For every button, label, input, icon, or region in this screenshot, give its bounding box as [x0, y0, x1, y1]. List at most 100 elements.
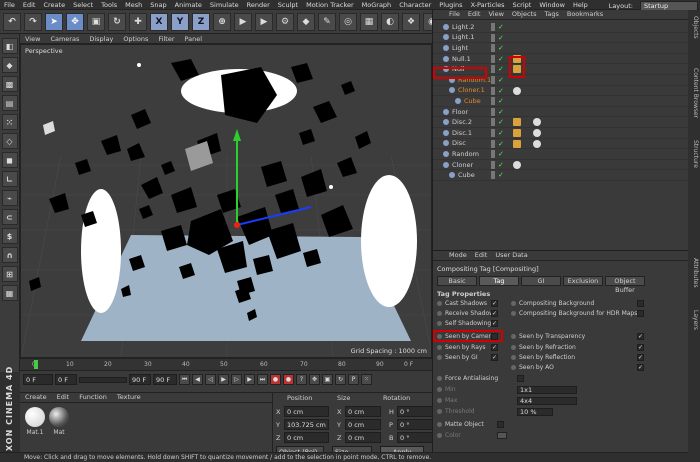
autokey-icon[interactable]: ●	[283, 374, 294, 385]
property-checkbox[interactable]: ✓	[637, 364, 644, 371]
animation-dot-icon[interactable]	[437, 311, 442, 316]
scale-key-icon[interactable]: ▣	[322, 374, 333, 385]
animation-dot-icon[interactable]	[437, 345, 442, 350]
animation-dot-icon[interactable]	[437, 301, 442, 306]
position-x-field[interactable]: 0 cm	[284, 406, 329, 417]
side-tab-content-browser[interactable]: Content Browser	[692, 68, 699, 118]
object-name[interactable]: Floor	[452, 108, 468, 116]
viewport-menu-view[interactable]: View	[20, 35, 45, 43]
property-checkbox[interactable]	[637, 300, 644, 307]
object-row[interactable]: Random ✓	[433, 149, 689, 160]
parameter-key-icon[interactable]: P	[348, 374, 359, 385]
menu-select[interactable]: Select	[69, 1, 97, 9]
size-x-field[interactable]: 0 cm	[345, 406, 381, 417]
object-name[interactable]: Disc.1	[452, 129, 472, 137]
compositing-tag-icon[interactable]	[513, 129, 521, 137]
menu-render[interactable]: Render	[243, 1, 274, 9]
menu-window[interactable]: Window	[535, 1, 569, 9]
scene-icon[interactable]: ❖	[402, 12, 420, 31]
animation-dot-icon[interactable]	[437, 334, 442, 339]
object-name[interactable]: Cube	[464, 97, 481, 105]
viewport-menu-options[interactable]: Options	[118, 35, 153, 43]
visibility-dots-icon[interactable]	[491, 97, 495, 106]
object-name[interactable]: Null.1	[452, 55, 471, 63]
object-name[interactable]: Cloner.1	[458, 86, 485, 94]
object-name[interactable]: Light.2	[452, 23, 474, 31]
make-editable-icon[interactable]: ◧	[1, 38, 18, 54]
object-name[interactable]: Light.1	[452, 33, 474, 41]
menu-simulate[interactable]: Simulate	[206, 1, 243, 9]
viewport-menu-cameras[interactable]: Cameras	[45, 35, 84, 43]
object-name[interactable]: Random	[452, 150, 479, 158]
go-to-start-icon[interactable]: ⏮	[179, 374, 190, 385]
compositing-tag-icon[interactable]	[513, 54, 521, 63]
keyframe-selection-icon[interactable]: ?	[296, 374, 307, 385]
object-name[interactable]: Random.1	[458, 76, 491, 84]
menu-help[interactable]: Help	[569, 1, 592, 9]
start-frame-field[interactable]: 0 F	[23, 374, 53, 385]
property-checkbox[interactable]: ✓	[491, 310, 498, 317]
menu-file[interactable]: File	[0, 1, 19, 9]
animation-dot-icon[interactable]	[511, 311, 516, 316]
size-z-field[interactable]: 0 cm	[345, 432, 381, 443]
rotation-b-field[interactable]: 0 °	[397, 432, 433, 443]
enable-check-icon[interactable]: ✓	[498, 171, 506, 179]
compositing-tag-icon[interactable]	[513, 65, 521, 74]
object-name[interactable]: Null	[452, 65, 465, 73]
object-row[interactable]: Null.1 ✓	[433, 54, 689, 65]
tab-tag[interactable]: Tag	[479, 276, 519, 286]
menu-create[interactable]: Create	[39, 1, 69, 9]
object-name[interactable]: Disc	[452, 139, 466, 147]
render-picture-viewer-icon[interactable]: ▶	[255, 12, 273, 31]
object-row[interactable]: Floor ✓	[433, 107, 689, 118]
cube-primitive-icon[interactable]: ◆	[297, 12, 315, 31]
material-tag-icon[interactable]	[533, 118, 541, 127]
side-tab-layers[interactable]: Layers	[692, 310, 699, 330]
nurbs-icon[interactable]: ◎	[339, 12, 357, 31]
play-icon[interactable]: ▶	[218, 374, 229, 385]
go-to-end-icon[interactable]: ⏭	[257, 374, 268, 385]
max-frame-field[interactable]: 90 F	[129, 374, 151, 385]
objects-menu-view[interactable]: View	[484, 10, 507, 19]
position-z-field[interactable]: 0 cm	[284, 432, 329, 443]
scale-icon[interactable]: ▣	[87, 12, 105, 31]
compositing-tag-icon[interactable]	[513, 118, 521, 127]
visibility-dots-icon[interactable]	[491, 65, 495, 74]
enable-check-icon[interactable]: ✓	[498, 23, 506, 31]
undo-icon[interactable]: ↶	[3, 12, 21, 31]
enable-check-icon[interactable]: ✓	[498, 150, 506, 158]
move-gizmo-center[interactable]	[234, 222, 240, 228]
model-mode-icon[interactable]: ◆	[1, 57, 18, 73]
material-menu-function[interactable]: Function	[74, 393, 112, 402]
enable-check-icon[interactable]: ✓	[498, 108, 506, 116]
property-checkbox[interactable]	[637, 310, 644, 317]
menu-animate[interactable]: Animate	[171, 1, 206, 9]
tab-exclusion[interactable]: Exclusion	[563, 276, 603, 286]
attr-menu-user-data[interactable]: User Data	[491, 251, 531, 260]
previous-frame-icon[interactable]: ◁	[205, 374, 216, 385]
object-row[interactable]: Cloner ✓	[433, 160, 689, 171]
playhead[interactable]	[34, 360, 38, 369]
animation-dot-icon[interactable]	[437, 376, 442, 381]
property-checkbox[interactable]: ✓	[491, 300, 498, 307]
timeline-ruler[interactable]: 0 10 20 30 40 50 60 70 80 90 0 F	[20, 358, 432, 370]
frame-range-slider[interactable]	[79, 376, 127, 383]
material-tag-icon[interactable]	[533, 129, 541, 137]
next-key-icon[interactable]: ▶	[244, 374, 255, 385]
enable-check-icon[interactable]: ✓	[498, 87, 506, 95]
matte-object-checkbox[interactable]	[497, 421, 504, 428]
enable-check-icon[interactable]: ✓	[498, 65, 506, 73]
snap-icon[interactable]: ⊂	[1, 209, 18, 225]
attr-menu-edit[interactable]: Edit	[471, 251, 492, 260]
animation-dot-icon[interactable]	[511, 365, 516, 370]
axis-mode-icon[interactable]: ∟	[1, 171, 18, 187]
grid-icon[interactable]: ▦	[1, 285, 18, 301]
end-frame-field[interactable]: 90 F	[153, 374, 177, 385]
side-tab-attributes[interactable]: Attributes	[692, 258, 699, 288]
enable-check-icon[interactable]: ✓	[498, 55, 506, 63]
property-checkbox[interactable]: ✓	[637, 333, 644, 340]
side-tab-objects[interactable]: Objects	[692, 16, 699, 39]
visibility-dots-icon[interactable]	[491, 107, 495, 116]
enable-check-icon[interactable]: ✓	[498, 97, 506, 105]
object-row[interactable]: Disc.1 ✓	[433, 128, 689, 139]
